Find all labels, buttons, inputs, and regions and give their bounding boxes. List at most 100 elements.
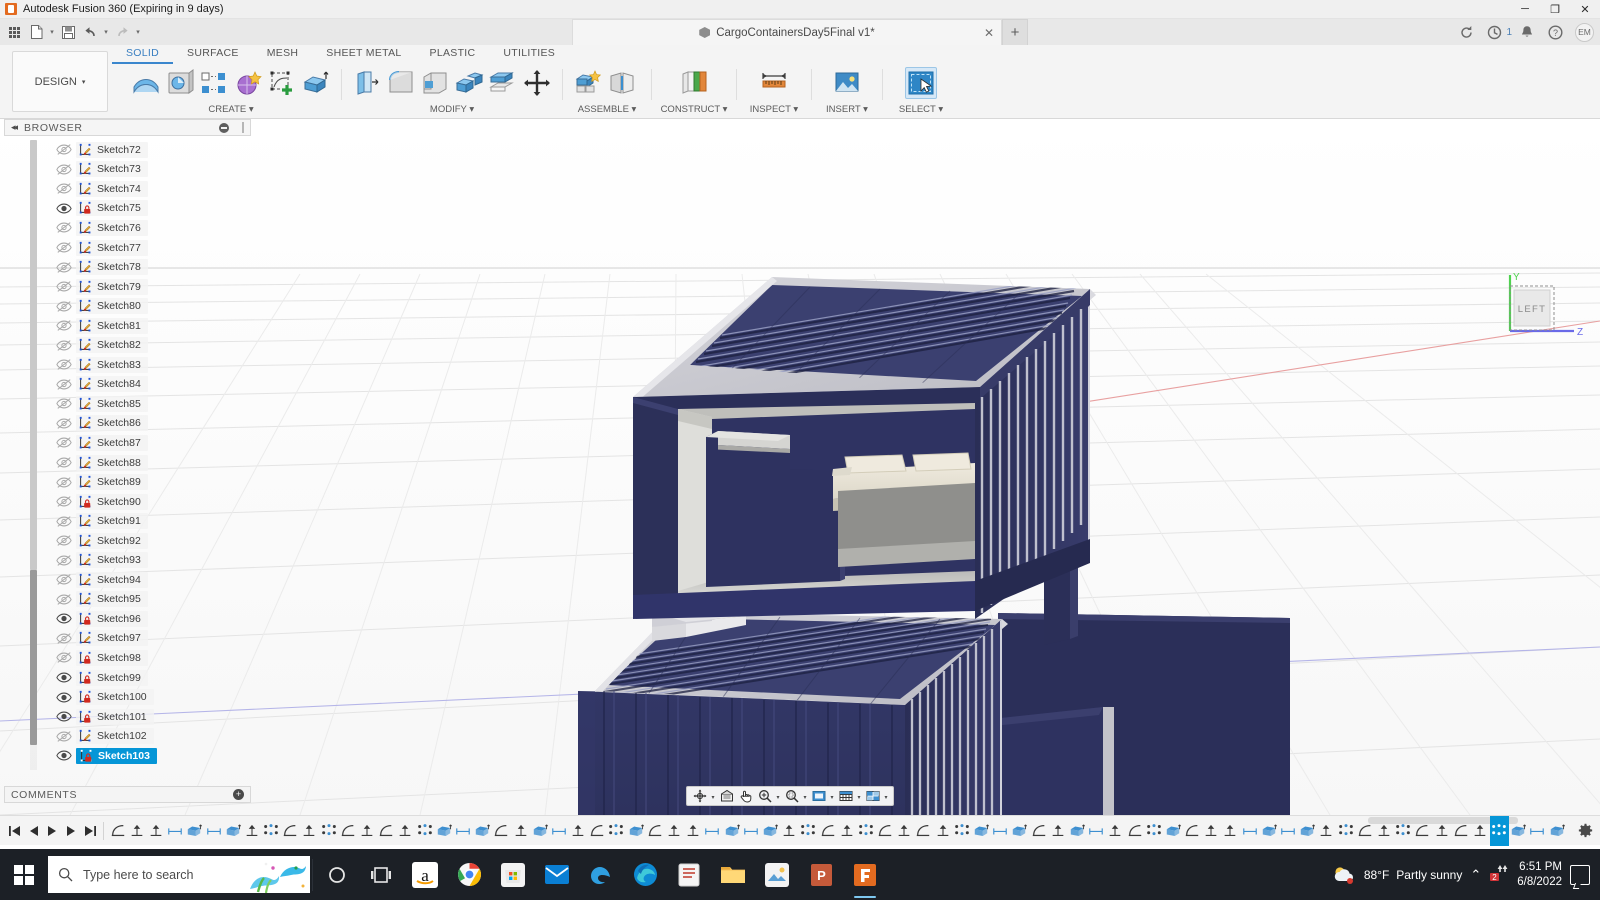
visibility-off-icon[interactable]	[56, 417, 72, 430]
browser-item-label-group[interactable]: Sketch92	[76, 532, 148, 549]
timeline-feature[interactable]	[1106, 816, 1125, 846]
browser-scrollbar[interactable]	[30, 140, 37, 770]
visibility-off-icon[interactable]	[56, 261, 72, 274]
timeline-feature[interactable]	[377, 816, 396, 846]
grid-snap-caret-icon[interactable]: ▾	[855, 787, 863, 805]
browser-item-sketch94[interactable]: Sketch94	[56, 570, 231, 590]
timeline-feature[interactable]	[223, 816, 242, 846]
browser-item-sketch78[interactable]: Sketch78	[56, 257, 231, 277]
visibility-off-icon[interactable]	[56, 730, 72, 743]
timeline-feature[interactable]	[895, 816, 914, 846]
timeline-feature[interactable]	[281, 816, 300, 846]
browser-item-sketch95[interactable]: Sketch95	[56, 590, 231, 610]
timeline-feature[interactable]	[626, 816, 645, 846]
timeline-feature[interactable]	[1298, 816, 1317, 846]
joint-tool[interactable]	[606, 67, 638, 99]
timeline-feature[interactable]	[722, 816, 741, 846]
shell-tool[interactable]	[419, 67, 451, 99]
timeline-feature[interactable]	[1374, 816, 1393, 846]
browser-item-label-group[interactable]: Sketch86	[76, 415, 148, 432]
browser-item-label-group[interactable]: Sketch75	[76, 200, 148, 217]
timeline-feature[interactable]	[492, 816, 511, 846]
browser-item-label-group[interactable]: Sketch79	[76, 278, 148, 295]
timeline-feature[interactable]	[1451, 816, 1470, 846]
visibility-on-icon[interactable]	[56, 710, 72, 723]
new-document-icon[interactable]	[25, 21, 47, 43]
visibility-off-icon[interactable]	[56, 632, 72, 645]
timeline-feature[interactable]	[1355, 816, 1374, 846]
viewport-layout-caret-icon[interactable]: ▾	[882, 787, 890, 805]
timeline-feature[interactable]	[453, 816, 472, 846]
visibility-off-icon[interactable]	[56, 436, 72, 449]
browser-item-label-group[interactable]: Sketch73	[76, 161, 148, 178]
help-icon[interactable]: ?	[1542, 19, 1568, 45]
tab-utilities[interactable]: UTILITIES	[489, 45, 569, 64]
timeline-feature[interactable]	[127, 816, 146, 846]
timeline-feature[interactable]	[166, 816, 185, 846]
visibility-off-icon[interactable]	[56, 221, 72, 234]
timeline-feature[interactable]	[837, 816, 856, 846]
display-settings-caret-icon[interactable]: ▾	[828, 787, 836, 805]
browser-item-sketch77[interactable]: Sketch77	[56, 238, 231, 258]
browser-item-label-group[interactable]: Sketch72	[76, 141, 148, 158]
visibility-off-icon[interactable]	[56, 319, 72, 332]
timeline-feature[interactable]	[1163, 816, 1182, 846]
timeline-feature[interactable]	[569, 816, 588, 846]
timeline-feature[interactable]	[511, 816, 530, 846]
photos-icon[interactable]	[755, 849, 799, 900]
display-settings-icon[interactable]	[809, 787, 828, 805]
notes-icon[interactable]	[667, 849, 711, 900]
visibility-off-icon[interactable]	[56, 163, 72, 176]
undo-caret-icon[interactable]: ▾	[101, 28, 111, 36]
user-avatar[interactable]: EM	[1575, 22, 1594, 42]
timeline-feature[interactable]	[1278, 816, 1297, 846]
timeline-feature[interactable]	[1125, 816, 1144, 846]
timeline-feature[interactable]	[818, 816, 837, 846]
visibility-off-icon[interactable]	[56, 476, 72, 489]
workspace-switcher[interactable]: DESIGN ▾	[12, 51, 108, 112]
orbit-tool-icon[interactable]	[690, 787, 709, 805]
job-status-icon[interactable]	[1481, 19, 1507, 45]
timeline-feature[interactable]	[108, 816, 127, 846]
minimize-button[interactable]: ─	[1510, 0, 1540, 19]
browser-item-label-group[interactable]: Sketch95	[76, 591, 148, 608]
browser-item-label-group[interactable]: Sketch98	[76, 649, 148, 666]
browser-item-label-group[interactable]: Sketch89	[76, 474, 148, 491]
timeline-feature[interactable]	[876, 816, 895, 846]
browser-item-label-group[interactable]: Sketch77	[76, 239, 148, 256]
mail-icon[interactable]	[535, 849, 579, 900]
browser-item-sketch74[interactable]: Sketch74	[56, 179, 231, 199]
maximize-button[interactable]: ❐	[1540, 0, 1570, 19]
timeline-feature[interactable]	[146, 816, 165, 846]
visibility-off-icon[interactable]	[56, 358, 72, 371]
ribbon-panel-assemble-label[interactable]: ASSEMBLE ▾	[566, 104, 648, 115]
timeline-feature[interactable]	[396, 816, 415, 846]
browser-item-sketch91[interactable]: Sketch91	[56, 511, 231, 531]
measure-tool[interactable]	[758, 67, 790, 99]
browser-item-sketch98[interactable]: Sketch98	[56, 648, 231, 668]
edge-legacy-icon[interactable]	[579, 849, 623, 900]
browser-item-label-group[interactable]: Sketch76	[76, 219, 148, 236]
timeline-feature[interactable]	[1528, 816, 1547, 846]
timeline-feature[interactable]	[1087, 816, 1106, 846]
timeline-feature[interactable]	[1413, 816, 1432, 846]
timeline-feature[interactable]	[914, 816, 933, 846]
rectangular-pattern-tool[interactable]	[198, 67, 230, 99]
amazon-icon[interactable]: a	[403, 849, 447, 900]
new-document-caret-icon[interactable]: ▾	[47, 28, 57, 36]
gear-icon[interactable]	[1574, 820, 1596, 842]
weather-widget[interactable]: 88°F Partly sunny	[1331, 864, 1462, 886]
timeline-feature[interactable]	[319, 816, 338, 846]
browser-tree[interactable]: Sketch72 Sketch73 Sketch74 Sketch75 Sketch76…	[56, 140, 231, 770]
timeline-feature[interactable]	[473, 816, 492, 846]
visibility-off-icon[interactable]	[56, 397, 72, 410]
browser-item-label-group[interactable]: Sketch96	[76, 610, 148, 627]
visibility-on-icon[interactable]	[56, 691, 72, 704]
visibility-off-icon[interactable]	[56, 534, 72, 547]
powerpoint-icon[interactable]: P	[799, 849, 843, 900]
browser-options-icon[interactable]	[219, 122, 229, 133]
view-cube[interactable]: Y Z LEFT	[1484, 269, 1583, 338]
visibility-off-icon[interactable]	[56, 280, 72, 293]
browser-scrollbar-thumb[interactable]	[30, 570, 37, 745]
browser-item-label-group[interactable]: Sketch83	[76, 356, 148, 373]
